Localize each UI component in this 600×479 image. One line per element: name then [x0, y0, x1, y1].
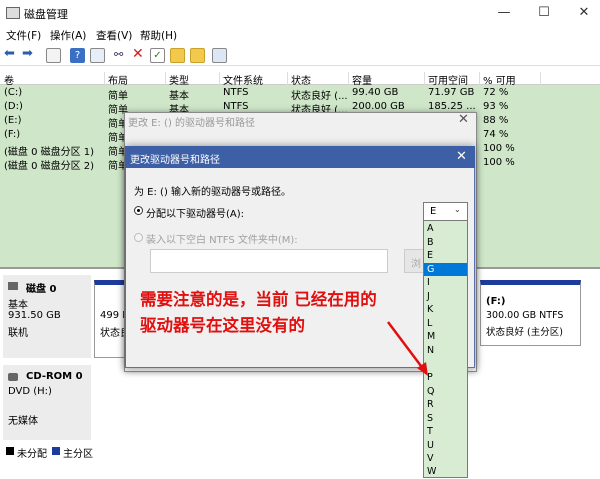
drive-option[interactable]: T [424, 425, 467, 439]
menu-view[interactable]: 查看(V) [96, 28, 132, 43]
partition-f-size: 300.00 GB NTFS [486, 310, 564, 321]
primary-swatch [52, 447, 60, 455]
menu-help[interactable]: 帮助(H) [140, 28, 177, 43]
maximize-button[interactable]: ☐ [534, 4, 554, 22]
col-pct-free[interactable]: % 可用 [481, 72, 541, 87]
partition-f-name: (F:) [486, 296, 506, 307]
menu-action[interactable]: 操作(A) [50, 28, 86, 43]
disk0-label: 磁盘 0 [26, 284, 57, 295]
volume-capacity: 99.40 GB [352, 87, 399, 98]
partition-f-status: 状态良好 (主分区) [486, 327, 563, 338]
unallocated-swatch [6, 447, 14, 455]
volume-name[interactable]: (E:) [4, 115, 22, 126]
dialog-title: 更改驱动器号和路径 [130, 155, 220, 166]
view-icon[interactable] [212, 48, 227, 63]
volume-fs: NTFS [223, 101, 249, 112]
volume-pct: 88 % [483, 115, 509, 126]
drive-option[interactable]: U [424, 439, 467, 453]
drive-option-highlighted[interactable]: G [424, 262, 467, 276]
volume-pct: 74 % [483, 129, 509, 140]
close-button[interactable]: ✕ [574, 4, 594, 22]
drive-option[interactable]: I [424, 276, 467, 290]
volume-pct: 100 % [483, 143, 515, 154]
volume-name[interactable]: (磁盘 0 磁盘分区 1) [4, 143, 94, 158]
volume-capacity: 200.00 GB [352, 101, 405, 112]
folder-up-icon[interactable] [170, 48, 185, 63]
forward-arrow-icon[interactable]: ➡ [22, 47, 37, 62]
drive-option[interactable]: S [424, 412, 467, 426]
assign-letter-label[interactable]: 分配以下驱动器号(A): [146, 205, 244, 220]
mount-folder-label[interactable]: 装入以下空白 NTFS 文件夹中(M): [146, 231, 298, 246]
drive-option[interactable]: J [424, 290, 467, 304]
col-layout[interactable]: 布局 [106, 72, 166, 87]
volume-name[interactable]: (F:) [4, 129, 20, 140]
chevron-down-icon: ⌄ [454, 205, 461, 214]
drive-option[interactable]: B [424, 236, 467, 250]
disk0-size: 931.50 GB [8, 310, 61, 321]
folder-new-icon[interactable] [190, 48, 205, 63]
drive-option[interactable]: R [424, 398, 467, 412]
col-filesystem[interactable]: 文件系统 [221, 72, 288, 87]
help-icon[interactable]: ? [70, 48, 85, 63]
volume-layout: 简单 [108, 91, 128, 102]
volume-pct: 72 % [483, 87, 509, 98]
drive-option[interactable]: E [424, 249, 467, 263]
volume-status: 状态良好 (... [291, 91, 348, 102]
disk0-state: 联机 [8, 328, 28, 339]
bg-dialog-title: 更改 E: () 的驱动器号和路径 [128, 118, 256, 129]
col-status[interactable]: 状态 [289, 72, 349, 87]
disk-icon [8, 282, 18, 290]
disk-management-icon [6, 7, 20, 19]
menu-bar [0, 26, 600, 44]
col-type[interactable]: 类型 [167, 72, 220, 87]
mount-folder-radio[interactable] [134, 233, 143, 242]
window-title: 磁盘管理 [24, 8, 68, 21]
cdrom-label: CD-ROM 0 [26, 371, 83, 382]
list-icon[interactable] [90, 48, 105, 63]
col-volume[interactable]: 卷 [2, 72, 105, 87]
dialog-prompt: 为 E: () 输入新的驱动器号或路径。 [134, 187, 292, 198]
properties-icon[interactable] [46, 48, 61, 63]
cdrom-icon [8, 373, 18, 381]
volume-pct: 100 % [483, 157, 515, 168]
minimize-button[interactable]: — [494, 4, 514, 22]
annotation-arrow-icon [387, 321, 428, 376]
bg-dialog-close-button[interactable]: ✕ [458, 112, 469, 127]
back-arrow-icon[interactable]: ⬅ [4, 47, 19, 62]
volume-name[interactable]: (C:) [4, 87, 22, 98]
folder-path-input[interactable] [150, 249, 388, 273]
col-free[interactable]: 可用空间 [426, 72, 480, 87]
legend-primary: 主分区 [63, 449, 93, 460]
drive-option[interactable]: Q [424, 385, 467, 399]
disk0-type: 基本 [8, 300, 28, 311]
menu-file[interactable]: 文件(F) [6, 28, 41, 43]
connect-icon[interactable]: ⚯ [114, 48, 129, 63]
annotation-text: 需要注意的是，当前 已经在用的驱动器号在这里没有的 [140, 290, 377, 335]
drive-letter-select[interactable]: E [423, 202, 468, 221]
drive-option[interactable]: W [424, 465, 467, 477]
drive-option[interactable]: V [424, 452, 467, 466]
drive-option[interactable]: A [424, 222, 467, 236]
radio-selected-dot [137, 209, 140, 212]
col-capacity[interactable]: 容量 [350, 72, 425, 87]
cdrom-media: 无媒体 [8, 416, 38, 427]
check-icon[interactable]: ✓ [150, 48, 165, 63]
volume-pct: 93 % [483, 101, 509, 112]
volume-type: 基本 [169, 91, 189, 102]
dialog-close-button[interactable]: ✕ [456, 149, 467, 164]
volume-free: 71.97 GB [428, 87, 475, 98]
volume-name[interactable]: (磁盘 0 磁盘分区 2) [4, 157, 94, 172]
legend-unallocated: 未分配 [17, 449, 47, 460]
watermark: Bai du 经验 [468, 427, 575, 448]
volume-fs: NTFS [223, 87, 249, 98]
volume-free: 185.25 ... [428, 101, 476, 112]
volume-name[interactable]: (D:) [4, 101, 23, 112]
delete-icon[interactable]: ✕ [132, 46, 147, 62]
drive-option[interactable]: K [424, 303, 467, 317]
cdrom-drive: DVD (H:) [8, 386, 52, 397]
